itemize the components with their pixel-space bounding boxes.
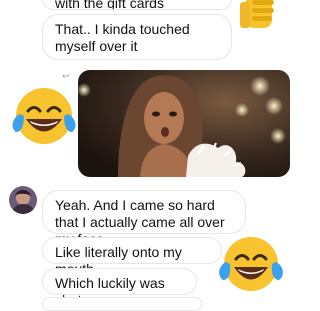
message-bubble-mouth: Like literally onto my mouth (42, 237, 222, 277)
message-bubble-partial (42, 297, 202, 311)
thumbs-up-icon (240, 0, 274, 28)
message-bubble-touched: That.. I kinda touched myself over it (42, 14, 232, 60)
message-bubble-shut: Which luckily was shut (42, 268, 197, 308)
message-bubble-gift-cards: with the gift cards (42, 0, 232, 10)
reply-icon: ↩ (62, 71, 70, 81)
message-text: with the gift cards (55, 0, 164, 10)
shared-photo[interactable] (78, 70, 290, 177)
laughing-crying-icon (219, 237, 283, 291)
message-text: That.. I kinda touched myself over it (55, 21, 190, 54)
avatar[interactable] (9, 186, 37, 214)
laughing-crying-icon (12, 88, 76, 144)
message-bubble-came: Yeah. And I came so hard that I actually… (42, 190, 246, 247)
